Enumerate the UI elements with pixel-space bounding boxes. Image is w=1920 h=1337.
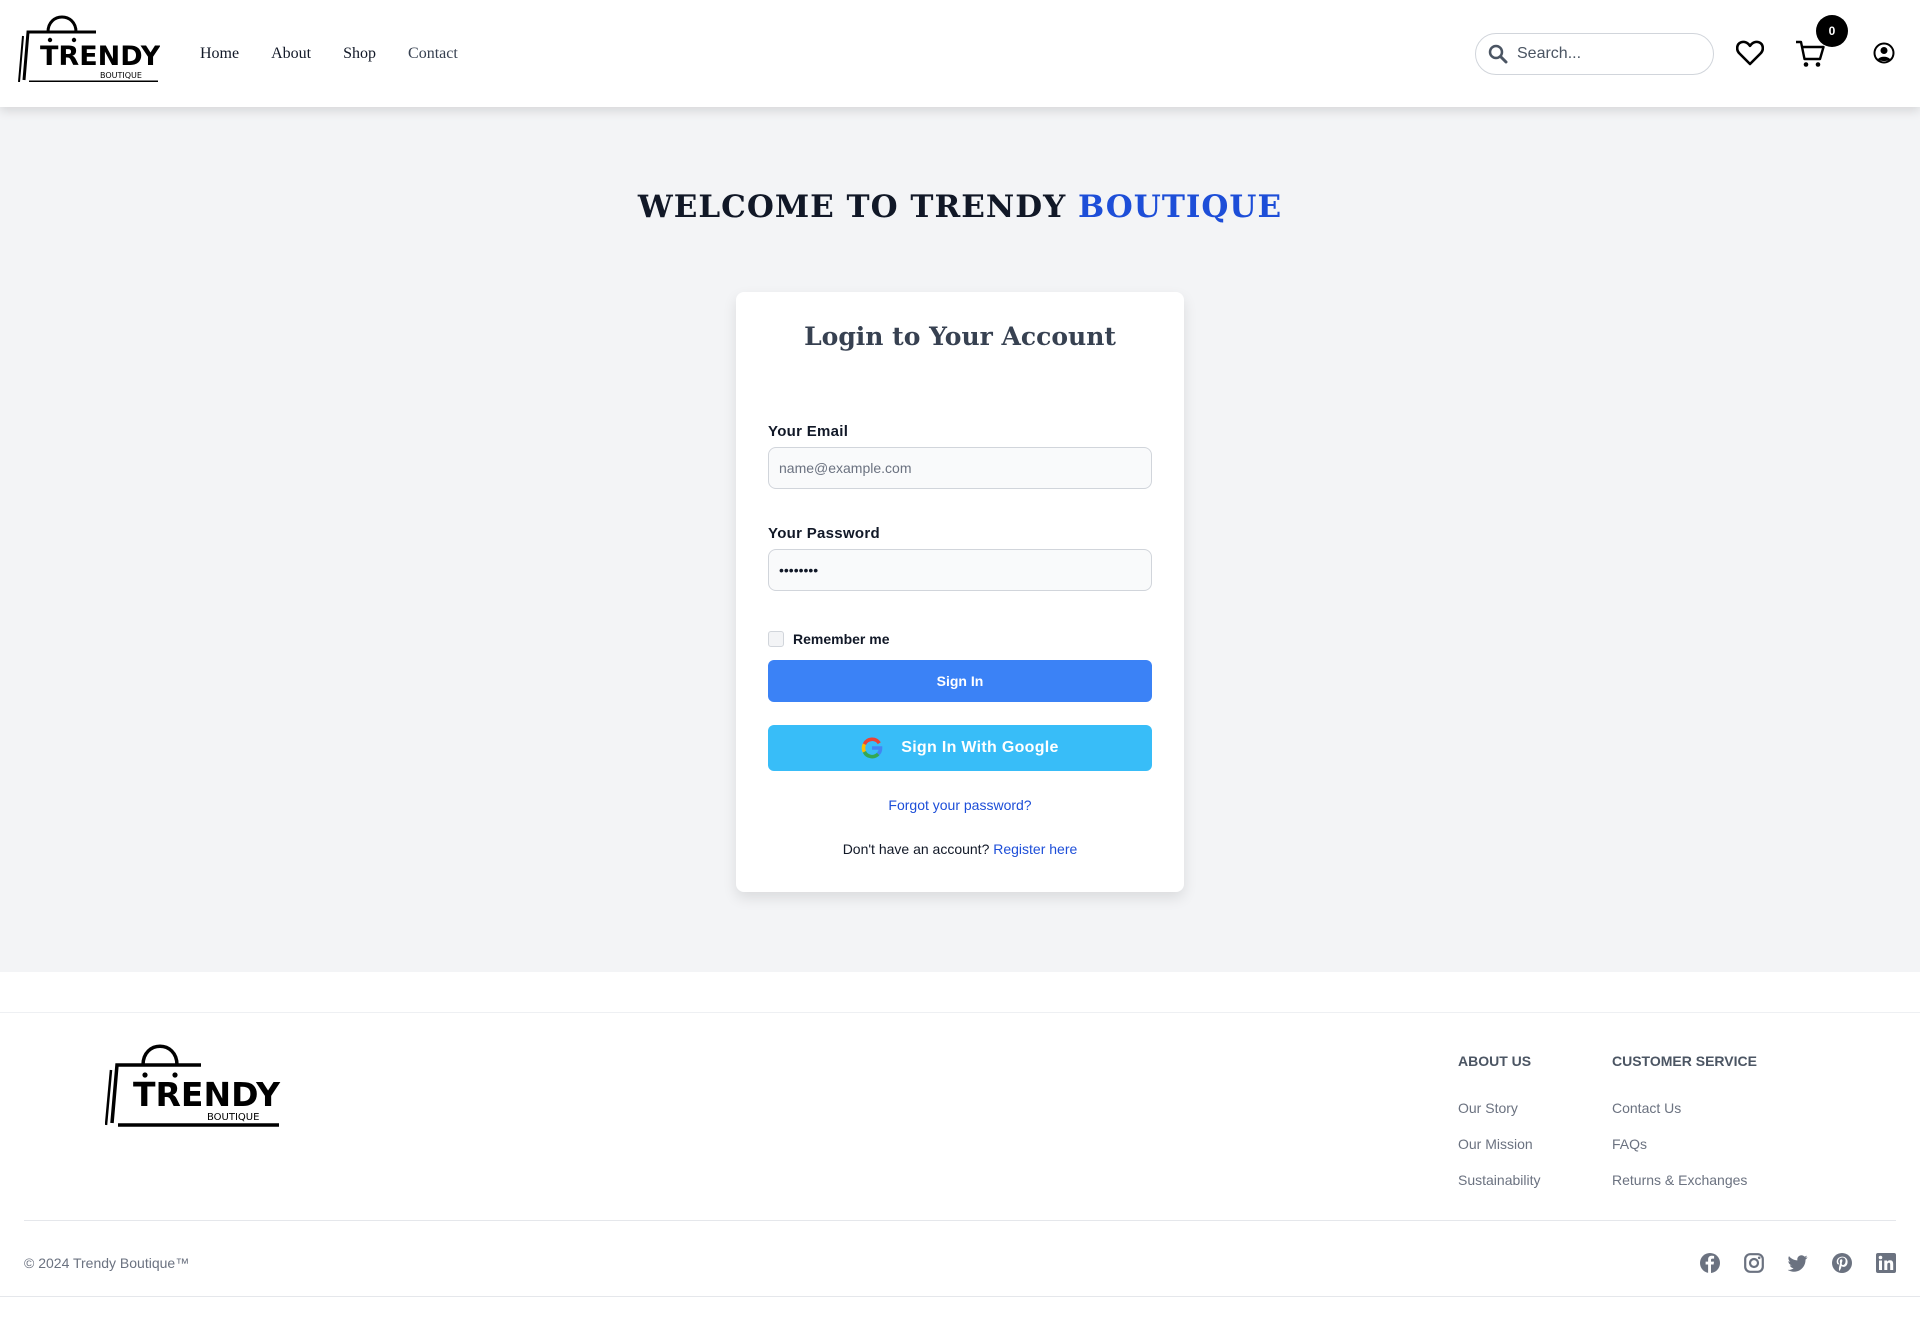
nav-shop[interactable]: Shop: [343, 45, 376, 63]
welcome-heading-prefix: WELCOME TO TRENDY: [637, 189, 1079, 225]
footer-service-column: CUSTOMER SERVICE Contact Us FAQs Returns…: [1612, 1053, 1757, 1208]
google-icon: [861, 737, 883, 759]
trendy-boutique-logo[interactable]: TRENDY BOUTIQUE: [18, 10, 160, 82]
register-prompt: Don't have an account? Register here: [736, 841, 1184, 857]
site-footer: TRENDY BOUTIQUE ABOUT US Our Story Our M…: [0, 1012, 1920, 1297]
remember-me-checkbox[interactable]: [768, 631, 784, 647]
footer-about-column: ABOUT US Our Story Our Mission Sustainab…: [1458, 1053, 1541, 1208]
linkedin-icon[interactable]: [1876, 1253, 1896, 1273]
search-input[interactable]: [1517, 45, 1702, 63]
footer-about-heading: ABOUT US: [1458, 1053, 1532, 1069]
footer-link-our-mission[interactable]: Our Mission: [1458, 1136, 1541, 1152]
login-card: Login to Your Account Your Email Your Pa…: [736, 292, 1184, 892]
pinterest-icon[interactable]: [1832, 1253, 1852, 1273]
footer-divider: [24, 1220, 1896, 1221]
footer-logo[interactable]: TRENDY BOUTIQUE: [105, 1037, 281, 1127]
svg-text:TRENDY: TRENDY: [133, 1075, 281, 1114]
email-label: Your Email: [768, 423, 849, 440]
password-field[interactable]: [768, 549, 1152, 591]
footer-link-faqs[interactable]: FAQs: [1612, 1136, 1757, 1152]
sign-in-button[interactable]: Sign In: [768, 660, 1152, 702]
footer-link-sustainability[interactable]: Sustainability: [1458, 1172, 1541, 1188]
svg-text:BOUTIQUE: BOUTIQUE: [100, 71, 142, 80]
svg-text:TRENDY: TRENDY: [40, 41, 160, 72]
remember-me-label: Remember me: [793, 631, 890, 647]
register-prompt-text: Don't have an account?: [842, 841, 990, 857]
search-icon: [1488, 44, 1508, 64]
footer-link-our-story[interactable]: Our Story: [1458, 1100, 1541, 1116]
search-box: [1475, 33, 1714, 75]
twitter-icon[interactable]: [1788, 1253, 1808, 1273]
facebook-icon[interactable]: [1700, 1253, 1720, 1273]
nav-home[interactable]: Home: [200, 45, 239, 63]
cart-icon[interactable]: [1795, 40, 1825, 68]
cart-count-badge: 0: [1816, 15, 1848, 47]
forgot-password-link[interactable]: Forgot your password?: [736, 797, 1184, 813]
google-sign-in-label: Sign In With Google: [901, 739, 1059, 756]
nav-contact[interactable]: Contact: [408, 45, 458, 63]
wishlist-heart-icon[interactable]: [1736, 40, 1764, 66]
user-account-icon[interactable]: [1873, 42, 1895, 64]
welcome-heading-accent: BOUTIQUE: [1078, 189, 1283, 225]
nav-about[interactable]: About: [271, 45, 311, 63]
instagram-icon[interactable]: [1744, 1253, 1764, 1273]
copyright-text: © 2024 Trendy Boutique™: [24, 1255, 190, 1271]
google-sign-in-button[interactable]: Sign In With Google: [768, 725, 1152, 771]
svg-text:BOUTIQUE: BOUTIQUE: [207, 1112, 259, 1123]
main-content: WELCOME TO TRENDY BOUTIQUE Login to Your…: [0, 107, 1920, 972]
password-label: Your Password: [768, 525, 880, 542]
main-nav: Home About Shop Contact: [200, 0, 458, 107]
email-field[interactable]: [768, 447, 1152, 489]
remember-me[interactable]: Remember me: [768, 631, 890, 647]
welcome-heading: WELCOME TO TRENDY BOUTIQUE: [0, 189, 1920, 225]
footer-service-heading: CUSTOMER SERVICE: [1612, 1053, 1757, 1069]
site-header: TRENDY BOUTIQUE Home About Shop Contact …: [0, 0, 1920, 107]
login-title: Login to Your Account: [804, 322, 1116, 351]
footer-link-returns[interactable]: Returns & Exchanges: [1612, 1172, 1757, 1188]
register-link[interactable]: Register here: [993, 841, 1077, 857]
footer-link-contact-us[interactable]: Contact Us: [1612, 1100, 1757, 1116]
